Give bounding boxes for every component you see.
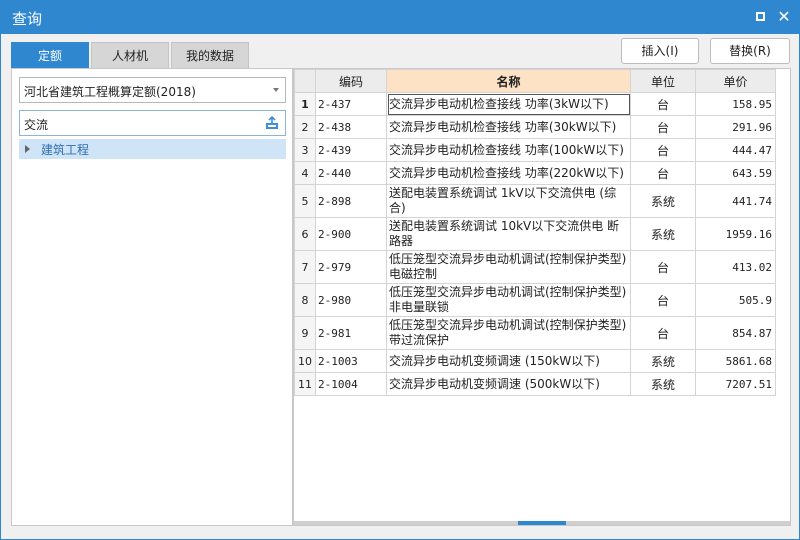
tree-item-construction[interactable]: 建筑工程 [19,139,286,159]
window-title: 查询 [12,10,43,28]
cell-code[interactable]: 2-440 [315,161,387,185]
tree-item-label: 建筑工程 [41,143,90,157]
cell-unit[interactable]: 台 [630,161,696,185]
cell-name[interactable]: 送配电装置系统调试 1kV以下交流供电 (综合) [386,184,631,218]
close-icon: ✕ [777,7,791,26]
left-panel: 河北省建筑工程概算定额(2018) 交流 建筑工程 [11,68,293,526]
column-header-price[interactable]: 单价 [695,69,776,93]
insert-button[interactable]: 插入(I) [621,38,699,64]
table-row[interactable]: 9 2-981 低压笼型交流异步电动机调试(控制保护类型)带过流保护 台 854… [294,316,776,350]
cell-code[interactable]: 2-980 [315,283,387,317]
row-number: 8 [294,283,316,317]
table-header-row: 编码 名称 单位 单价 [294,69,776,93]
cell-price[interactable]: 291.96 [695,115,776,139]
cell-name[interactable]: 交流异步电动机检查接线 功率(100kW以下) [386,138,631,162]
cell-code[interactable]: 2-898 [315,184,387,218]
table-row[interactable]: 1 2-437 交流异步电动机检查接线 功率(3kW以下) 台 158.95 [294,92,776,116]
cell-unit[interactable]: 系统 [630,349,696,373]
cell-price[interactable]: 505.9 [695,283,776,317]
row-number: 1 [294,92,316,116]
cell-code[interactable]: 2-900 [315,217,387,251]
cell-unit[interactable]: 台 [630,115,696,139]
cell-unit[interactable]: 台 [630,316,696,350]
cell-code[interactable]: 2-1003 [315,349,387,373]
row-number-header [294,69,316,93]
table-row[interactable]: 4 2-440 交流异步电动机检查接线 功率(220kW以下) 台 643.59 [294,161,776,185]
cell-name[interactable]: 送配电装置系统调试 10kV以下交流供电 断路器 [386,217,631,251]
row-number: 2 [294,115,316,139]
table-row[interactable]: 6 2-900 送配电装置系统调试 10kV以下交流供电 断路器 系统 1959… [294,217,776,251]
tab-quota[interactable]: 定额 [11,42,89,68]
row-number: 5 [294,184,316,218]
cell-name[interactable]: 低压笼型交流异步电动机调试(控制保护类型)带过流保护 [386,316,631,350]
cell-name[interactable]: 交流异步电动机检查接线 功率(3kW以下) [386,92,631,116]
maximize-button[interactable] [752,8,770,26]
row-number: 9 [294,316,316,350]
table-row[interactable]: 5 2-898 送配电装置系统调试 1kV以下交流供电 (综合) 系统 441.… [294,184,776,218]
cell-code[interactable]: 2-438 [315,115,387,139]
cell-name[interactable]: 低压笼型交流异步电动机调试(控制保护类型)电磁控制 [386,250,631,284]
cell-name[interactable]: 交流异步电动机变频调速 (500kW以下) [386,372,631,396]
cell-price[interactable]: 444.47 [695,138,776,162]
cell-code[interactable]: 2-439 [315,138,387,162]
cell-price[interactable]: 1959.16 [695,217,776,251]
results-table: 编码 名称 单位 单价 1 2-437 交流异步电动机检查接线 功率(3kW以下… [294,69,776,396]
cell-unit[interactable]: 系统 [630,217,696,251]
row-number: 4 [294,161,316,185]
cell-price[interactable]: 413.02 [695,250,776,284]
cell-price[interactable]: 441.74 [695,184,776,218]
cell-unit[interactable]: 台 [630,138,696,162]
tab-labor-materials[interactable]: 人材机 [91,42,169,68]
column-header-code[interactable]: 编码 [315,69,387,93]
table-row[interactable]: 3 2-439 交流异步电动机检查接线 功率(100kW以下) 台 444.47 [294,138,776,162]
table-row[interactable]: 2 2-438 交流异步电动机检查接线 功率(30kW以下) 台 291.96 [294,115,776,139]
panel-splitter[interactable] [294,521,790,525]
search-clear-icon[interactable] [265,116,279,130]
table-row[interactable]: 7 2-979 低压笼型交流异步电动机调试(控制保护类型)电磁控制 台 413.… [294,250,776,284]
row-number: 7 [294,250,316,284]
dialog-body: 定额 人材机 我的数据 插入(I) 替换(R) 河北省建筑工程概算定额(2018… [1,34,799,539]
chevron-down-icon [273,88,279,92]
table-row[interactable]: 8 2-980 低压笼型交流异步电动机调试(控制保护类型)非电量联锁 台 505… [294,283,776,317]
close-button[interactable]: ✕ [775,8,793,26]
cell-price[interactable]: 158.95 [695,92,776,116]
search-input[interactable]: 交流 [19,110,286,136]
library-select[interactable]: 河北省建筑工程概算定额(2018) [19,77,286,103]
splitter-handle[interactable] [518,521,566,525]
cell-code[interactable]: 2-981 [315,316,387,350]
table-row[interactable]: 10 2-1003 交流异步电动机变频调速 (150kW以下) 系统 5861.… [294,349,776,373]
cell-price[interactable]: 643.59 [695,161,776,185]
maximize-icon [756,12,765,21]
library-select-value: 河北省建筑工程概算定额(2018) [24,85,196,99]
column-header-unit[interactable]: 单位 [630,69,696,93]
table-row[interactable]: 11 2-1004 交流异步电动机变频调速 (500kW以下) 系统 7207.… [294,372,776,396]
cell-unit[interactable]: 台 [630,92,696,116]
cell-price[interactable]: 7207.51 [695,372,776,396]
cell-code[interactable]: 2-437 [315,92,387,116]
cell-unit[interactable]: 系统 [630,184,696,218]
replace-button[interactable]: 替换(R) [710,38,790,64]
cell-name[interactable]: 交流异步电动机检查接线 功率(220kW以下) [386,161,631,185]
cell-name[interactable]: 交流异步电动机变频调速 (150kW以下) [386,349,631,373]
expand-caret-icon[interactable] [25,145,30,153]
cell-unit[interactable]: 系统 [630,372,696,396]
search-input-value: 交流 [24,118,49,132]
title-bar: 查询 ✕ [0,0,800,34]
row-number: 11 [294,372,316,396]
column-header-name[interactable]: 名称 [386,69,631,93]
cell-price[interactable]: 5861.68 [695,349,776,373]
row-number: 3 [294,138,316,162]
cell-unit[interactable]: 台 [630,283,696,317]
results-panel: 编码 名称 单位 单价 1 2-437 交流异步电动机检查接线 功率(3kW以下… [293,68,791,526]
cell-name[interactable]: 交流异步电动机检查接线 功率(30kW以下) [386,115,631,139]
cell-code[interactable]: 2-979 [315,250,387,284]
cell-unit[interactable]: 台 [630,250,696,284]
cell-price[interactable]: 854.87 [695,316,776,350]
cell-code[interactable]: 2-1004 [315,372,387,396]
tab-my-data[interactable]: 我的数据 [171,42,249,68]
row-number: 10 [294,349,316,373]
cell-name[interactable]: 低压笼型交流异步电动机调试(控制保护类型)非电量联锁 [386,283,631,317]
row-number: 6 [294,217,316,251]
